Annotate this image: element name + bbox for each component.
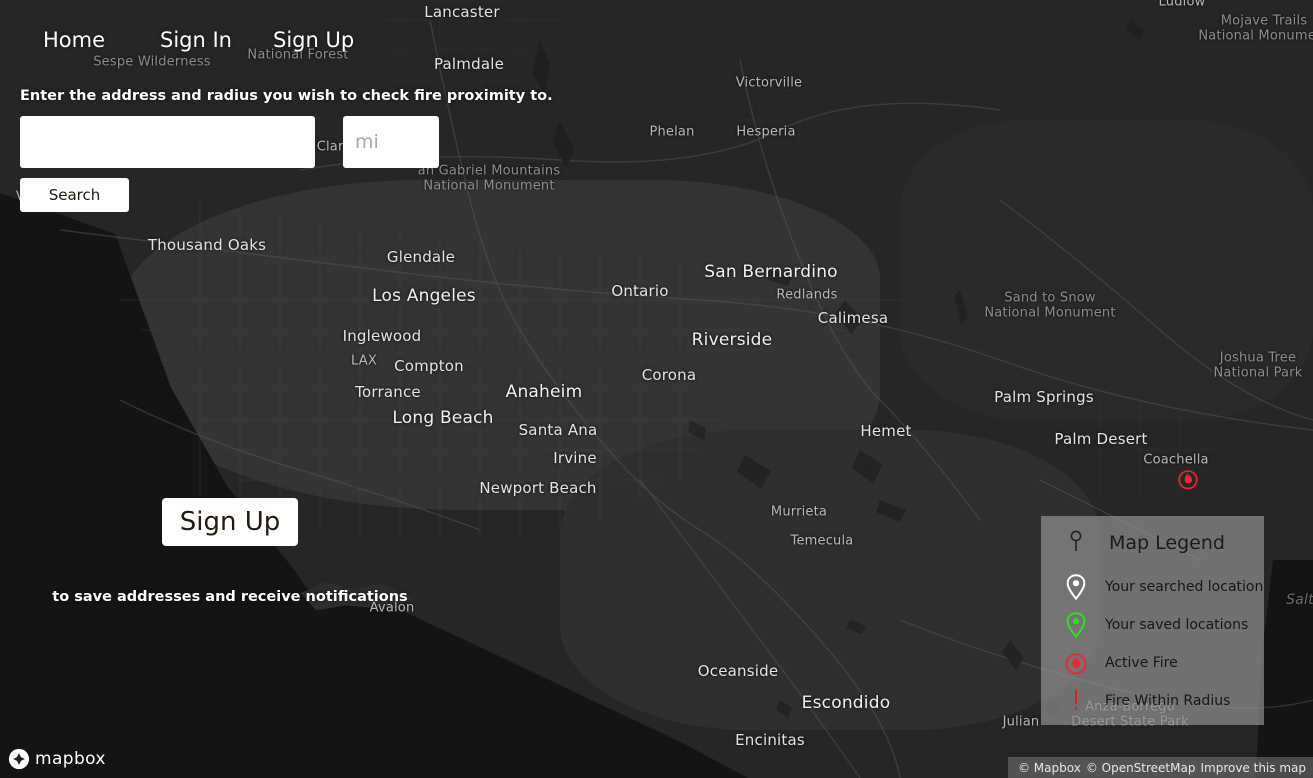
search-prompt-text: Enter the address and radius you wish to…	[20, 88, 553, 104]
exclamation-icon	[1075, 690, 1077, 710]
map-attribution-bar: © Mapbox © OpenStreetMap Improve this ma…	[1007, 757, 1313, 778]
nav-link-home[interactable]: Home	[43, 28, 105, 52]
mapbox-wordmark: mapbox	[35, 749, 106, 769]
top-navigation: Home Sign In Sign Up	[0, 0, 1313, 68]
map-pin-icon	[1063, 612, 1089, 638]
fire-icon	[1063, 651, 1089, 675]
legend-item-label: Active Fire	[1105, 655, 1178, 671]
legend-row: Your saved locations	[1041, 606, 1264, 644]
fire-icon	[1065, 653, 1087, 675]
attribution-mapbox[interactable]: © Mapbox	[1018, 761, 1081, 775]
legend-header: Map Legend	[1041, 530, 1264, 556]
legend-row: Fire Within Radius	[1041, 682, 1264, 720]
legend-item-label: Fire Within Radius	[1105, 693, 1231, 709]
nav-link-sign-up[interactable]: Sign Up	[273, 28, 354, 52]
attribution-improve-link[interactable]: Improve this map	[1200, 761, 1306, 775]
legend-row-list: Your searched location Your saved locatio…	[1041, 568, 1264, 720]
legend-item-label: Your searched location	[1105, 579, 1264, 595]
mapbox-logo[interactable]: mapbox	[8, 748, 106, 770]
map-pin-icon	[1066, 612, 1086, 638]
app-root: Lancaster Ludlow Mojave Trails National Mon…	[0, 0, 1313, 778]
nav-link-sign-in[interactable]: Sign In	[160, 28, 232, 52]
fire-icon	[1178, 470, 1198, 490]
legend-item-label: Your saved locations	[1105, 617, 1249, 633]
fire-marker-icon[interactable]	[1178, 468, 1198, 494]
mapbox-logo-icon	[8, 748, 30, 770]
attribution-osm[interactable]: © OpenStreetMap	[1086, 761, 1196, 775]
legend-pin-icon	[1069, 530, 1083, 556]
address-input[interactable]	[20, 116, 315, 168]
signup-call-to-action: Sign Up to save addresses and receive no…	[0, 498, 460, 605]
search-field-row	[0, 116, 553, 168]
exclamation-icon	[1063, 689, 1089, 713]
map-legend-panel: Map Legend Your searched location Your sa…	[1041, 516, 1264, 725]
map-pin-icon	[1063, 574, 1089, 600]
search-button[interactable]: Search	[20, 178, 129, 212]
legend-row: Your searched location	[1041, 568, 1264, 606]
radius-input[interactable]	[343, 116, 439, 168]
legend-title: Map Legend	[1109, 532, 1225, 554]
signup-button[interactable]: Sign Up	[162, 498, 298, 546]
signup-note-text: to save addresses and receive notificati…	[52, 589, 408, 605]
legend-row: Active Fire	[1041, 644, 1264, 682]
map-pin-icon	[1066, 574, 1086, 600]
search-panel: Enter the address and radius you wish to…	[0, 88, 553, 212]
